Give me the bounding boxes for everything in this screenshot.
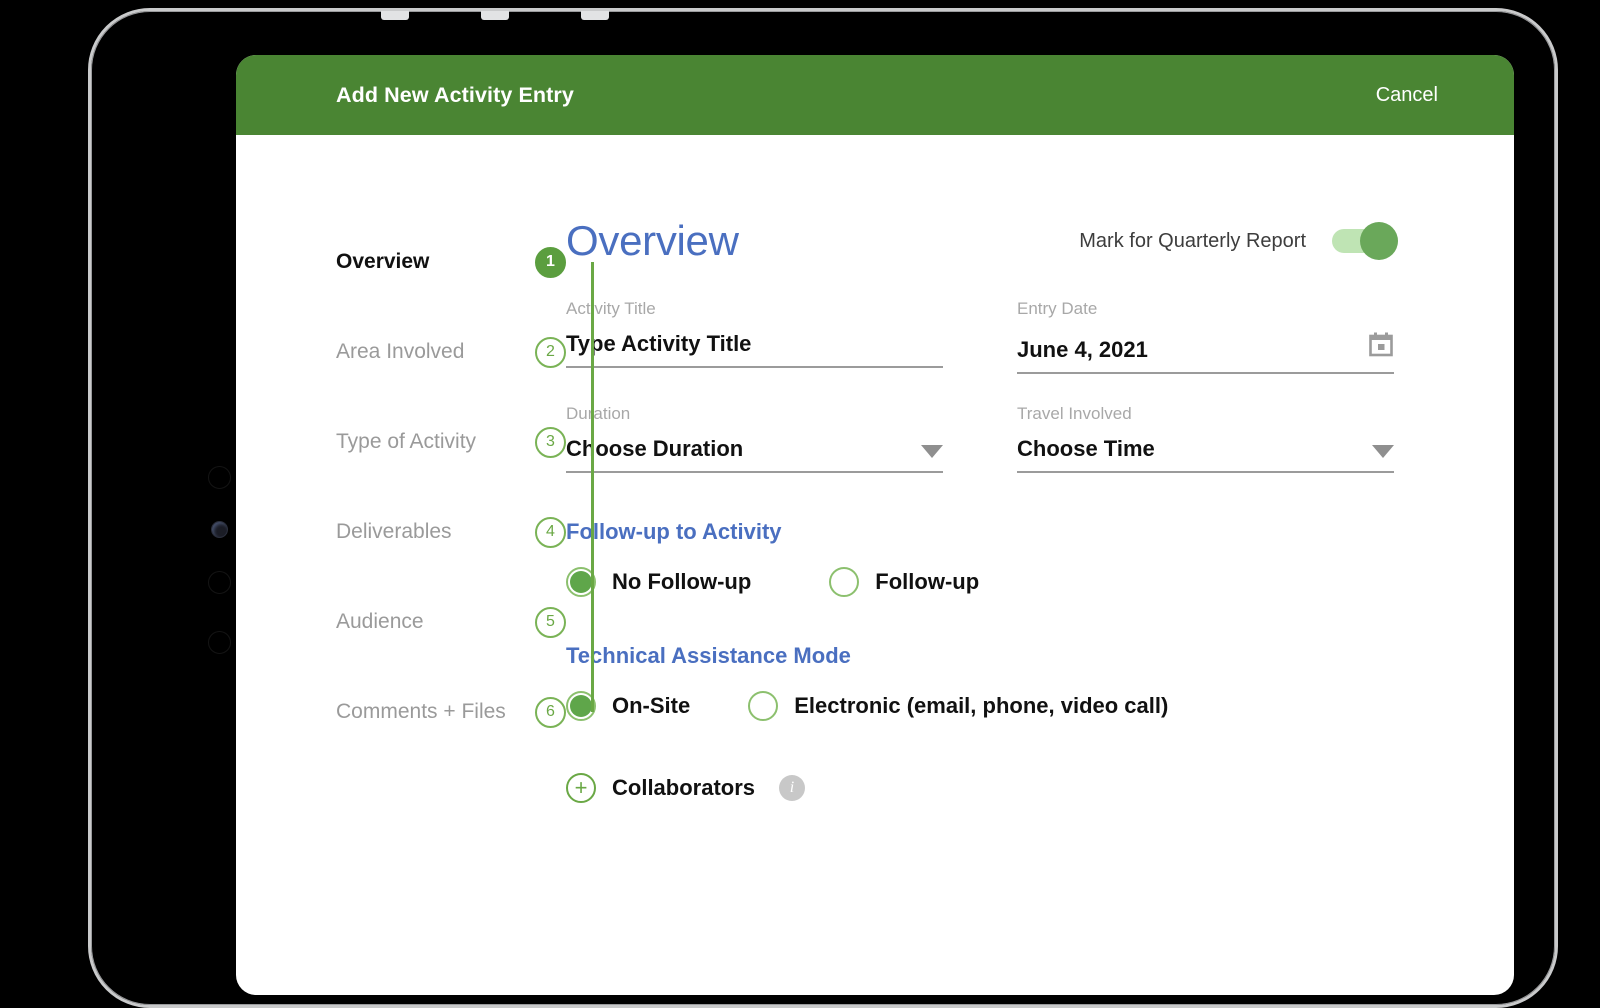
step-number-6: 6	[535, 696, 566, 728]
step-label-type-of-activity: Type of Activity	[336, 430, 477, 453]
activity-title-input[interactable]	[566, 331, 943, 357]
travel-involved-selected-value: Choose Time	[1017, 436, 1155, 461]
step-number-1: 1	[535, 246, 566, 278]
form-header-row: Overview Mark for Quarterly Report	[566, 217, 1398, 265]
travel-involved-field-group: Travel Involved Choose Time	[1017, 404, 1394, 473]
stepper-connector-line	[591, 262, 594, 712]
overview-form: Overview Mark for Quarterly Report Activ…	[566, 217, 1514, 803]
app-screen: Add New Activity Entry Cancel Overview 1…	[236, 55, 1514, 995]
screen-body: Overview 1 Area Involved 2 Type of Activ…	[236, 135, 1514, 803]
activity-title-input-wrap	[566, 331, 943, 368]
antenna-notch-right	[581, 11, 609, 20]
app-header: Add New Activity Entry Cancel	[236, 55, 1514, 135]
duration-selected-value: Choose Duration	[566, 436, 744, 461]
radio-label-followup: Follow-up	[875, 569, 980, 594]
camera-lens-icon	[211, 521, 228, 538]
step-number-2: 2	[535, 336, 566, 368]
bezel-speaker-dot-bottom	[208, 631, 231, 654]
entry-date-value[interactable]: June 4, 2021	[1017, 337, 1368, 363]
step-label-comments-files: Comments + Files	[336, 700, 506, 723]
sidebar-item-audience[interactable]: Audience 5	[336, 577, 566, 667]
activity-title-field-group: Activity Title	[566, 299, 943, 374]
assistance-mode-title: Technical Assistance Mode	[566, 643, 851, 668]
sidebar-item-type-of-activity[interactable]: Type of Activity 3	[336, 397, 566, 487]
quarterly-report-row: Mark for Quarterly Report	[1079, 222, 1398, 260]
chevron-down-icon[interactable]	[921, 445, 943, 458]
step-number-4: 4	[535, 516, 566, 548]
stepper-nav: Overview 1 Area Involved 2 Type of Activ…	[236, 217, 594, 803]
tablet-device-frame: Add New Activity Entry Cancel Overview 1…	[88, 8, 1558, 1008]
activity-title-label: Activity Title	[566, 299, 656, 318]
collaborators-label: Collaborators	[612, 775, 756, 800]
followup-title: Follow-up to Activity	[566, 519, 782, 544]
radio-label-electronic: Electronic (email, phone, video call)	[794, 693, 1169, 718]
entry-date-input-wrap: June 4, 2021	[1017, 331, 1394, 374]
followup-section: Follow-up to Activity No Follow-up Follo…	[566, 519, 1394, 597]
page-title: Add New Activity Entry	[336, 82, 574, 107]
calendar-icon[interactable]	[1368, 331, 1394, 362]
followup-radio-group: No Follow-up Follow-up	[566, 567, 1394, 597]
info-icon[interactable]: i	[779, 775, 806, 801]
radio-on-site[interactable]: On-Site	[566, 691, 690, 721]
step-number-5: 5	[535, 606, 566, 638]
section-heading-overview: Overview	[566, 217, 739, 264]
antenna-notch-left	[381, 11, 409, 20]
duration-field-group: Duration Choose Duration	[566, 404, 943, 473]
radio-followup[interactable]: Follow-up	[829, 567, 979, 597]
radio-label-no-followup: No Follow-up	[612, 569, 752, 594]
entry-date-label: Entry Date	[1017, 299, 1098, 318]
sidebar-item-area-involved[interactable]: Area Involved 2	[336, 307, 566, 397]
radio-mark-icon	[748, 691, 779, 721]
duration-label: Duration	[566, 404, 631, 423]
field-row-2: Duration Choose Duration Travel Involved…	[566, 404, 1394, 473]
antenna-notch-mid	[481, 11, 509, 20]
radio-electronic[interactable]: Electronic (email, phone, video call)	[748, 691, 1168, 721]
step-label-deliverables: Deliverables	[336, 520, 452, 543]
sidebar-item-deliverables[interactable]: Deliverables 4	[336, 487, 566, 577]
step-label-area-involved: Area Involved	[336, 340, 465, 363]
chevron-down-icon[interactable]	[1372, 445, 1394, 458]
step-label-audience: Audience	[336, 610, 424, 633]
radio-label-on-site: On-Site	[612, 693, 691, 718]
toggle-knob	[1360, 222, 1398, 260]
duration-select-wrap[interactable]: Choose Duration	[566, 436, 943, 473]
travel-involved-select-wrap[interactable]: Choose Time	[1017, 436, 1394, 473]
bezel-speaker-dot-mid	[208, 571, 231, 594]
sidebar-item-comments-files[interactable]: Comments + Files 6	[336, 667, 566, 757]
collaborators-row: + Collaborators i	[566, 773, 1394, 803]
plus-circle-icon[interactable]: +	[566, 773, 596, 803]
bezel-speaker-dot-top	[208, 466, 231, 489]
quarterly-report-toggle[interactable]	[1332, 222, 1398, 260]
sidebar-item-overview[interactable]: Overview 1	[336, 217, 566, 307]
travel-involved-label: Travel Involved	[1017, 404, 1132, 423]
assistance-mode-radio-group: On-Site Electronic (email, phone, video …	[566, 691, 1394, 721]
assistance-mode-section: Technical Assistance Mode On-Site Electr…	[566, 643, 1394, 721]
field-row-1: Activity Title Entry Date June 4, 2021	[566, 299, 1394, 374]
step-number-3: 3	[535, 426, 566, 458]
entry-date-field-group: Entry Date June 4, 2021	[1017, 299, 1394, 374]
quarterly-report-label: Mark for Quarterly Report	[1079, 229, 1306, 252]
step-label-overview: Overview	[336, 250, 430, 273]
cancel-button[interactable]: Cancel	[1376, 84, 1438, 107]
radio-mark-icon	[829, 567, 860, 597]
